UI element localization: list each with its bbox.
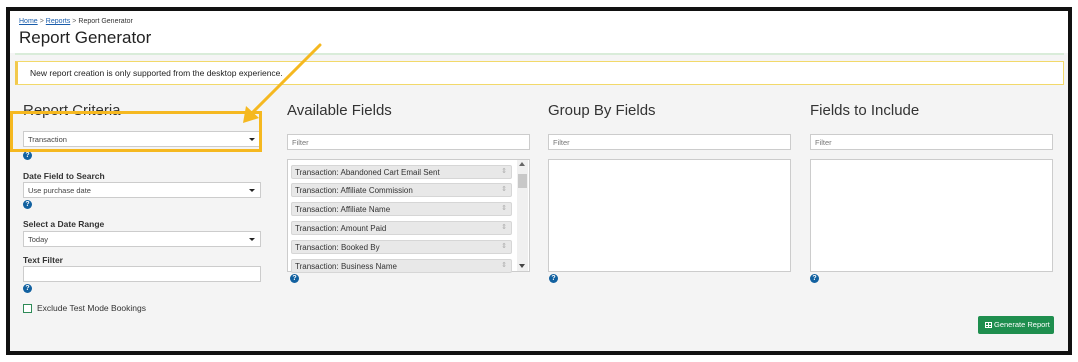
annotation-arrow-icon <box>243 43 322 123</box>
